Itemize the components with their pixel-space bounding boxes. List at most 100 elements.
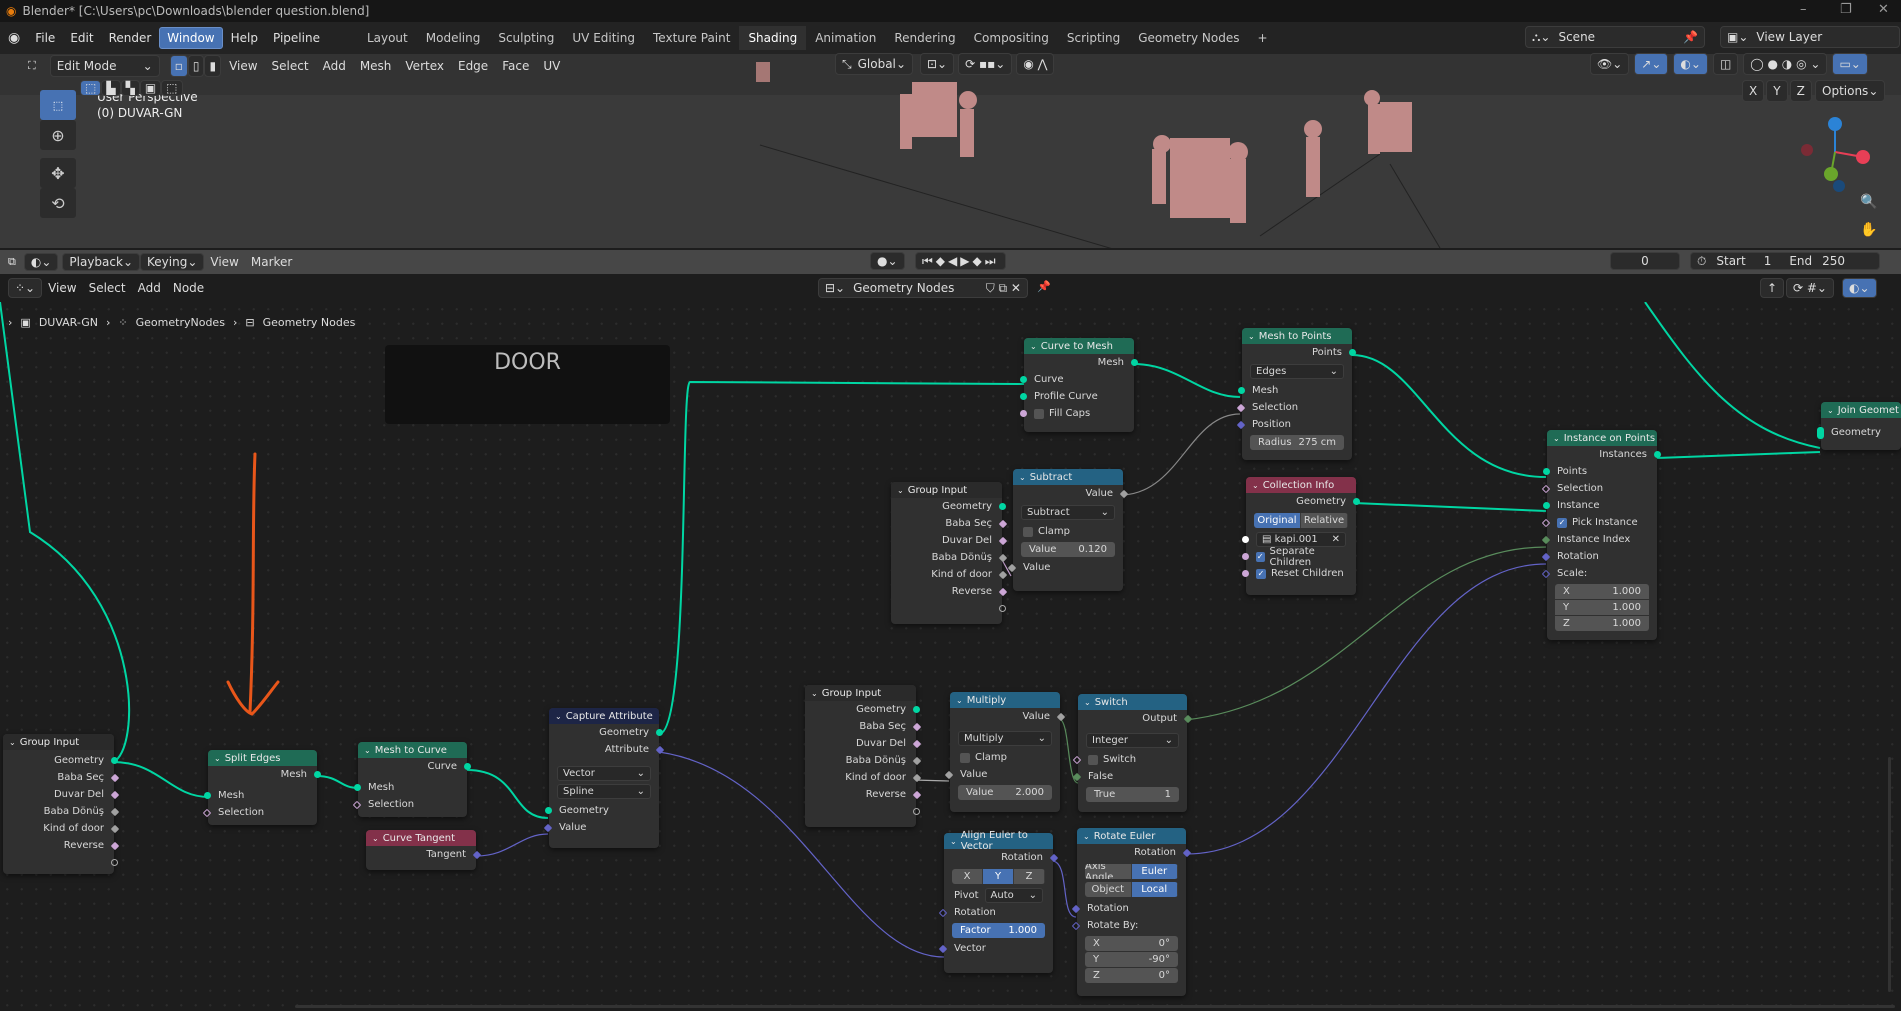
transform-space-toggle[interactable]: Original Relative: [1254, 513, 1348, 528]
node-subtract[interactable]: ⌄ Subtract Value Subtract ⌄ Clamp Value 0.1…: [1007, 469, 1129, 591]
editor-type-icon[interactable]: ⛶: [28, 59, 36, 73]
socket-curve-out[interactable]: Curve: [358, 758, 471, 775]
socket-mesh-out[interactable]: Mesh: [208, 766, 321, 783]
switch-checkbox[interactable]: Switch: [1072, 751, 1187, 768]
end-frame-field[interactable]: 250: [1822, 254, 1845, 268]
socket-curve-in[interactable]: Curve: [1020, 371, 1134, 388]
menu-mesh[interactable]: Mesh: [354, 59, 398, 73]
options-dropdown[interactable]: Options ⌄: [1815, 80, 1885, 102]
factor-field[interactable]: Factor 1.000: [952, 923, 1045, 938]
socket-mesh-out[interactable]: Mesh: [1024, 354, 1138, 371]
visibility-icon[interactable]: 👁⌄: [1590, 53, 1630, 75]
rotate-x-field[interactable]: X 0°: [1085, 936, 1178, 951]
edge-select-icon[interactable]: ▯: [187, 55, 205, 77]
playback-menu[interactable]: Playback ⌄: [62, 253, 140, 271]
socket-geometry-in[interactable]: Geometry: [545, 802, 659, 819]
menu-uv[interactable]: UV: [537, 59, 566, 73]
mode-selector[interactable]: Edit Mode ⌄: [49, 55, 160, 77]
reset-children-checkbox[interactable]: ✓ Reset Children: [1242, 565, 1356, 582]
frame-range[interactable]: ⏱ Start 1 End 250: [1690, 252, 1880, 270]
parent-node-tree-icon[interactable]: ↑: [1760, 278, 1785, 298]
vertex-select-icon[interactable]: ▫: [169, 55, 188, 77]
node-editor-type-icon[interactable]: ⁘⌄: [8, 278, 43, 298]
type-dropdown[interactable]: Integer ⌄: [1086, 733, 1179, 748]
xray-icon[interactable]: ◫: [1712, 53, 1739, 75]
pivot-dropdown[interactable]: Pivot Auto ⌄: [944, 887, 1053, 904]
tab-animation[interactable]: Animation: [806, 26, 885, 50]
socket-duvar-del[interactable]: Duvar Del: [3, 786, 120, 803]
scale-y-field[interactable]: Y 1.000: [1555, 600, 1649, 615]
pin-icon[interactable]: 📌: [1683, 30, 1698, 44]
axis-toggle[interactable]: XYZ: [952, 869, 1045, 884]
node-group-input-3[interactable]: ⌄ Group Input Geometry Baba Seç Duvar Del…: [805, 685, 922, 827]
snap-icon[interactable]: ⟳ ▪▪⌄: [958, 53, 1013, 75]
pivot-point-icon[interactable]: ⊡⌄: [920, 53, 955, 75]
zoom-icon[interactable]: 🔍: [1860, 194, 1877, 210]
tab-rendering[interactable]: Rendering: [885, 26, 964, 50]
start-frame-field[interactable]: 1: [1764, 254, 1772, 268]
pin-node-tree-icon[interactable]: 📌: [1037, 280, 1051, 293]
menu-vertex[interactable]: Vertex: [399, 59, 450, 73]
menu-edge[interactable]: Edge: [452, 59, 494, 73]
marker-menu[interactable]: Marker: [245, 255, 298, 269]
pan-hand-icon[interactable]: ✋: [1860, 222, 1877, 238]
tab-scripting[interactable]: Scripting: [1058, 26, 1129, 50]
node-collection-info[interactable]: ⌄ Collection Info Geometry Original Relati…: [1242, 477, 1360, 595]
tab-geometry-nodes[interactable]: Geometry Nodes: [1129, 26, 1248, 50]
value-field[interactable]: Value 0.120: [1021, 542, 1115, 557]
overlay-toggle-icon[interactable]: ◐⌄: [1673, 53, 1708, 75]
horizontal-scrollbar[interactable]: [295, 1005, 1895, 1008]
mirror-y-button[interactable]: Y: [1766, 80, 1788, 102]
record-button[interactable]: ●⌄: [870, 252, 905, 270]
timeline-view-menu[interactable]: View: [204, 255, 244, 269]
menu-face[interactable]: Face: [496, 59, 535, 73]
node-menu-node[interactable]: Node: [167, 281, 210, 295]
clamp-checkbox[interactable]: Clamp: [1013, 523, 1123, 540]
socket-baba-donus[interactable]: Baba Dönüş: [3, 803, 120, 820]
socket-geometry-out[interactable]: Geometry: [549, 724, 663, 741]
add-workspace-button[interactable]: +: [1248, 26, 1276, 50]
mode-dropdown[interactable]: Edges ⌄: [1250, 364, 1344, 379]
view-layer-selector[interactable]: ▣⌄ View Layer: [1720, 26, 1900, 48]
vertical-scrollbar[interactable]: [1888, 757, 1891, 992]
scene-selector[interactable]: ⛬⌄ Scene 📌: [1525, 26, 1705, 48]
3d-viewport[interactable]: User Perspective (0) DUVAR-GN ⬚ ⊕ ✥ ⟲ 🔍 …: [0, 54, 1901, 248]
maximize-icon[interactable]: ❐: [1840, 2, 1852, 17]
rotate-z-field[interactable]: Z 0°: [1085, 968, 1178, 983]
tab-compositing[interactable]: Compositing: [965, 26, 1058, 50]
node-curve-tangent[interactable]: ⌄ Curve Tangent Tangent: [366, 830, 482, 870]
tab-layout[interactable]: Layout: [358, 26, 417, 50]
socket-points-out[interactable]: Points: [1242, 344, 1356, 361]
tab-modeling[interactable]: Modeling: [417, 26, 490, 50]
mirror-x-button[interactable]: X: [1742, 80, 1765, 102]
menu-add[interactable]: Add: [317, 59, 352, 73]
node-split-edges[interactable]: ⌄ Split Edges Mesh Mesh Selection: [202, 750, 321, 825]
node-menu-select[interactable]: Select: [83, 281, 132, 295]
scale-z-field[interactable]: Z 1.000: [1555, 616, 1649, 631]
socket-profile-curve[interactable]: Profile Curve: [1020, 388, 1134, 405]
navigation-gizmo[interactable]: [1795, 112, 1875, 192]
node-mesh-to-curve[interactable]: ⌄ Mesh to Curve Curve Mesh Selection: [352, 742, 471, 817]
tab-sculpting[interactable]: Sculpting: [489, 26, 563, 50]
data-type-dropdown[interactable]: Vector ⌄: [557, 766, 651, 781]
mirror-z-button[interactable]: Z: [1789, 80, 1812, 102]
pick-instance-checkbox[interactable]: ✓ Pick Instance: [1541, 514, 1657, 531]
domain-dropdown[interactable]: Spline ⌄: [557, 784, 651, 799]
blender-menu-icon[interactable]: ◉: [8, 30, 20, 46]
socket-attribute-out[interactable]: Attribute: [549, 741, 665, 758]
cursor-tool[interactable]: ⊕: [40, 120, 76, 150]
shading-mode-icons[interactable]: ◯ ● ◑ ◎ ⌄: [1743, 53, 1828, 75]
menu-window[interactable]: Window: [159, 27, 223, 49]
socket-selection[interactable]: Selection: [202, 804, 317, 821]
node-curve-to-mesh[interactable]: ⌄ Curve to Mesh Mesh Curve Profile Curve …: [1020, 338, 1138, 432]
rotate-tool[interactable]: ⟲: [40, 188, 76, 218]
node-editor-canvas[interactable]: › ▣ DUVAR-GN › ⁘ GeometryNodes › ⊟ Geome…: [0, 302, 1901, 1011]
socket-selection[interactable]: Selection: [1236, 399, 1352, 416]
fill-caps-checkbox[interactable]: Fill Caps: [1020, 405, 1134, 422]
node-switch[interactable]: ⌄ Switch Output Integer ⌄ Switch False Tru…: [1072, 694, 1193, 812]
node-group-input-1[interactable]: ⌄ Group Input Geometry Baba Seç Duvar Del…: [3, 734, 120, 874]
fake-user-shield-icon[interactable]: ⛉ ⧉ ✕: [986, 281, 1021, 296]
face-select-icon[interactable]: ▮: [204, 55, 222, 77]
true-field[interactable]: True 1: [1086, 787, 1179, 802]
operation-dropdown[interactable]: Multiply ⌄: [958, 731, 1052, 746]
